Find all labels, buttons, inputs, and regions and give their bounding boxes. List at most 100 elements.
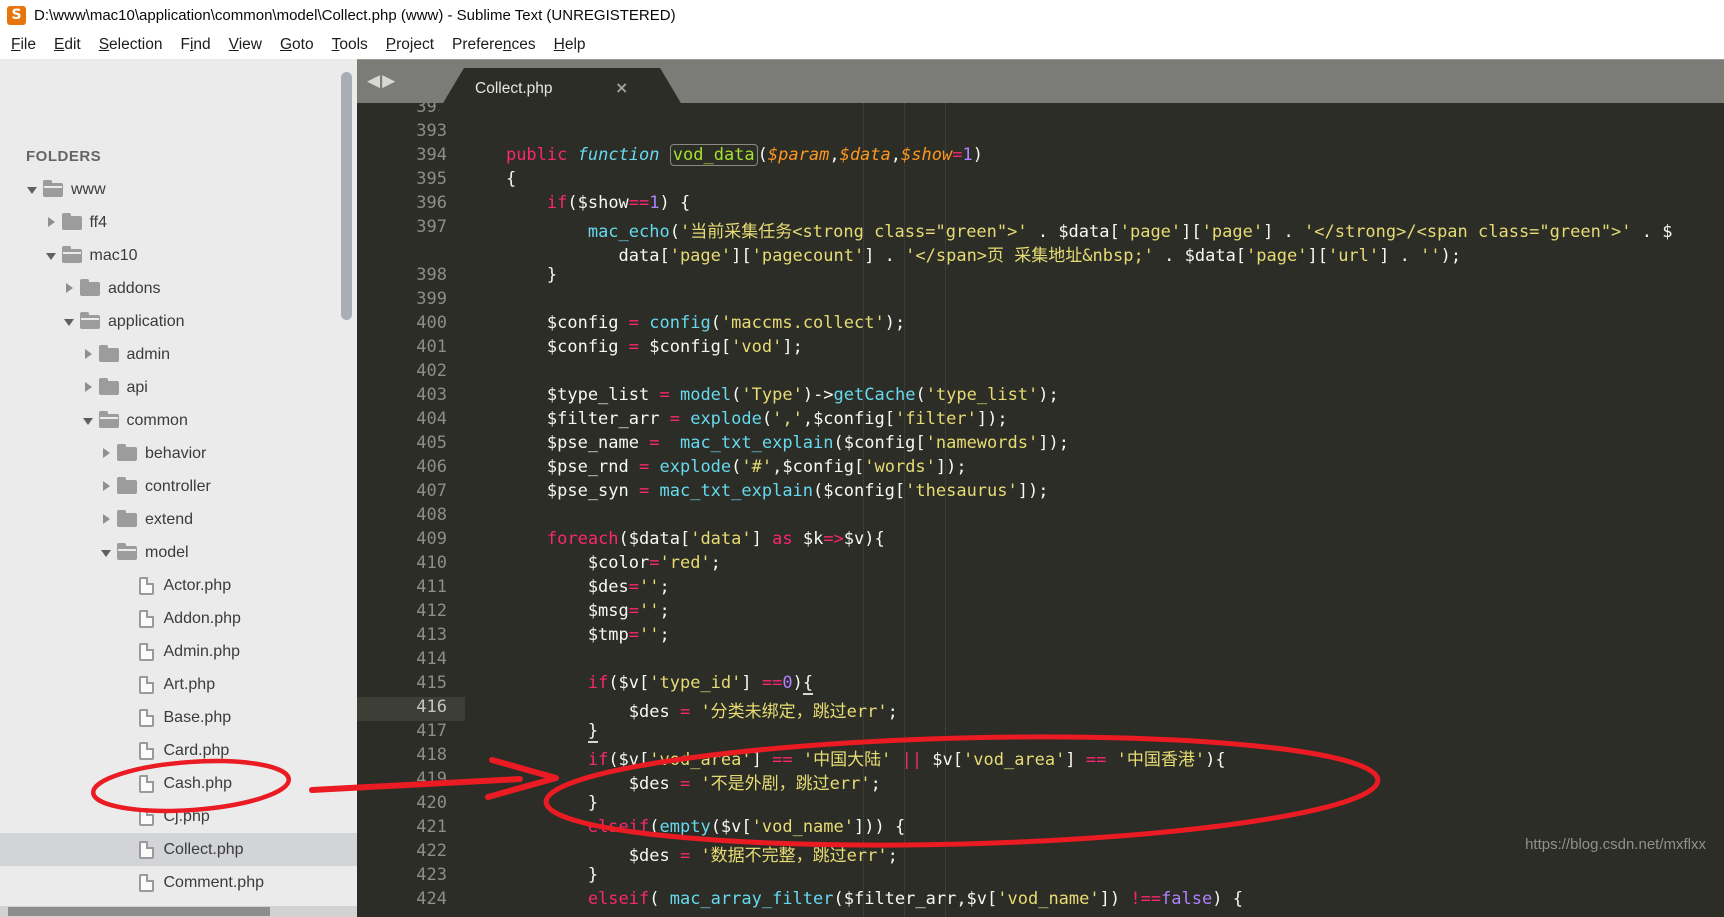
line-number: 407 <box>416 481 447 501</box>
code-line-403: 403 $type_list = model('Type')->getCache… <box>357 385 1724 409</box>
code-line-402: 402 <box>357 361 1724 385</box>
line-number: 397 <box>416 217 447 237</box>
sidebar-horizontal-scrollbar-thumb[interactable] <box>8 907 270 916</box>
tree-item-comment-php[interactable]: Comment.php <box>0 866 357 899</box>
menu-project[interactable]: Project <box>377 33 443 57</box>
code-text: } <box>465 265 558 285</box>
expand-triangle-icon[interactable] <box>100 547 115 559</box>
tree-item-actor-php[interactable]: Actor.php <box>0 569 357 602</box>
menu-view[interactable]: View <box>220 33 271 57</box>
code-text: elseif( mac_array_filter($filter_arr,$v[… <box>587 889 1243 909</box>
line-number: 393 <box>416 121 447 141</box>
code-line-412: 412 $msg=''; <box>357 601 1724 625</box>
menu-find[interactable]: Find <box>171 33 219 57</box>
tree-item-addon-php[interactable]: Addon.php <box>0 602 357 635</box>
tree-item-collect-php[interactable]: Collect.php <box>0 833 357 866</box>
tree-item-application[interactable]: application <box>0 305 357 338</box>
code-line-406: 406 $pse_rnd = explode('#',$config['word… <box>357 457 1724 481</box>
tree-item-card-php[interactable]: Card.php <box>0 734 357 767</box>
tree-item-art-php[interactable]: Art.php <box>0 668 357 701</box>
menu-edit[interactable]: Edit <box>45 33 90 57</box>
tree-item-base-php[interactable]: Base.php <box>0 701 357 734</box>
tree-item-extend[interactable]: extend <box>0 503 357 536</box>
menu-preferences[interactable]: Preferences <box>443 33 545 57</box>
line-number: 411 <box>416 577 447 597</box>
line-number: 414 <box>416 649 447 669</box>
code-text: $msg=''; <box>465 601 670 621</box>
code-line-396: 396 if($show==1) { <box>357 193 1724 217</box>
code-line-405: 405 $pse_name = mac_txt_explain($config[… <box>357 433 1724 457</box>
code-line-423: 423 } <box>357 865 1724 889</box>
menu-tools[interactable]: Tools <box>323 33 377 57</box>
tree-item-admin-php[interactable]: Admin.php <box>0 635 357 668</box>
collapse-triangle-icon[interactable] <box>100 480 115 493</box>
main-split: FOLDERS www ff4 mac10 addons application admi… <box>0 59 1724 917</box>
tree-item-cash-php[interactable]: Cash.php <box>0 767 357 800</box>
tree-item-controller[interactable]: controller <box>0 470 357 503</box>
menu-help[interactable]: Help <box>545 33 595 57</box>
sidebar-vertical-scrollbar[interactable] <box>341 72 352 320</box>
tree-item-mac10[interactable]: mac10 <box>0 239 357 272</box>
line-number: 417 <box>416 721 447 741</box>
menu-goto[interactable]: Goto <box>271 33 323 57</box>
tab-collect-php[interactable]: Collect.php × <box>433 68 691 120</box>
tab-close-icon[interactable]: × <box>615 78 628 97</box>
line-number: 412 <box>416 601 447 621</box>
folder-icon <box>80 311 100 329</box>
tree-item-model[interactable]: model <box>0 536 357 569</box>
tree-item-label: common <box>126 411 188 429</box>
menu-selection[interactable]: Selection <box>90 33 172 57</box>
line-number: 421 <box>416 817 447 837</box>
code-line-409: 409 foreach($data['data'] as $k=>$v){ <box>357 529 1724 553</box>
code-line-408: 408 <box>357 505 1724 529</box>
collapse-triangle-icon[interactable] <box>45 216 60 229</box>
collapse-triangle-icon[interactable] <box>100 513 115 526</box>
code-text: $des = '不是外剧，跳过err'; <box>465 774 881 794</box>
folder-icon <box>98 344 119 362</box>
nav-back-icon[interactable]: ◀ <box>367 71 382 91</box>
line-number: 420 <box>416 793 447 813</box>
tree-item-addons[interactable]: addons <box>0 272 357 305</box>
code-text: $filter_arr = explode(',',$config['filte… <box>465 409 1008 429</box>
tree-item-www[interactable]: www <box>0 173 357 206</box>
expand-triangle-icon[interactable] <box>45 250 60 262</box>
tab-label[interactable]: Collect.php <box>475 80 553 98</box>
code-text: $config = $config['vod']; <box>465 337 803 357</box>
tree-item-admin[interactable]: admin <box>0 338 357 371</box>
code-line-424: 424 elseif( mac_array_filter($filter_arr… <box>357 889 1724 913</box>
code-text: $pse_rnd = explode('#',$config['words'])… <box>465 457 967 477</box>
menu-file[interactable]: File <box>2 33 45 57</box>
folder-icon <box>98 377 119 395</box>
folder-icon <box>80 278 100 296</box>
sidebar-horizontal-scrollbar[interactable] <box>0 906 357 917</box>
collapse-triangle-icon[interactable] <box>82 348 97 361</box>
tree-item-label: Cj.php <box>163 807 210 825</box>
code-line-394: 394 public function vod_data ($param,$dat… <box>357 144 1724 169</box>
tree-item-common[interactable]: common <box>0 404 357 437</box>
nav-forward-icon[interactable]: ▶ <box>382 71 397 91</box>
tree-item-label: admin <box>126 345 171 363</box>
tree-item-label: application <box>108 312 185 330</box>
code-text: } <box>465 793 599 813</box>
tab-nav-arrows[interactable]: ◀▶ <box>367 71 397 91</box>
expand-triangle-icon[interactable] <box>63 316 78 328</box>
tree-item-behavior[interactable]: behavior <box>0 437 357 470</box>
code-line-419: 419 $des = '不是外剧，跳过err'; <box>357 769 1724 794</box>
collapse-triangle-icon[interactable] <box>82 381 97 394</box>
code-line-398: 398 } <box>357 265 1724 289</box>
folder-icon <box>117 542 137 560</box>
expand-triangle-icon[interactable] <box>26 184 41 196</box>
tree-item-ff4[interactable]: ff4 <box>0 206 357 239</box>
expand-triangle-icon[interactable] <box>82 415 97 427</box>
line-number: 405 <box>416 433 447 453</box>
line-number <box>357 241 465 265</box>
collapse-triangle-icon[interactable] <box>63 282 78 295</box>
file-icon <box>138 807 154 826</box>
collapse-triangle-icon[interactable] <box>100 447 115 460</box>
tree-item-cj-php[interactable]: Cj.php <box>0 800 357 833</box>
tree-item-api[interactable]: api <box>0 371 357 404</box>
